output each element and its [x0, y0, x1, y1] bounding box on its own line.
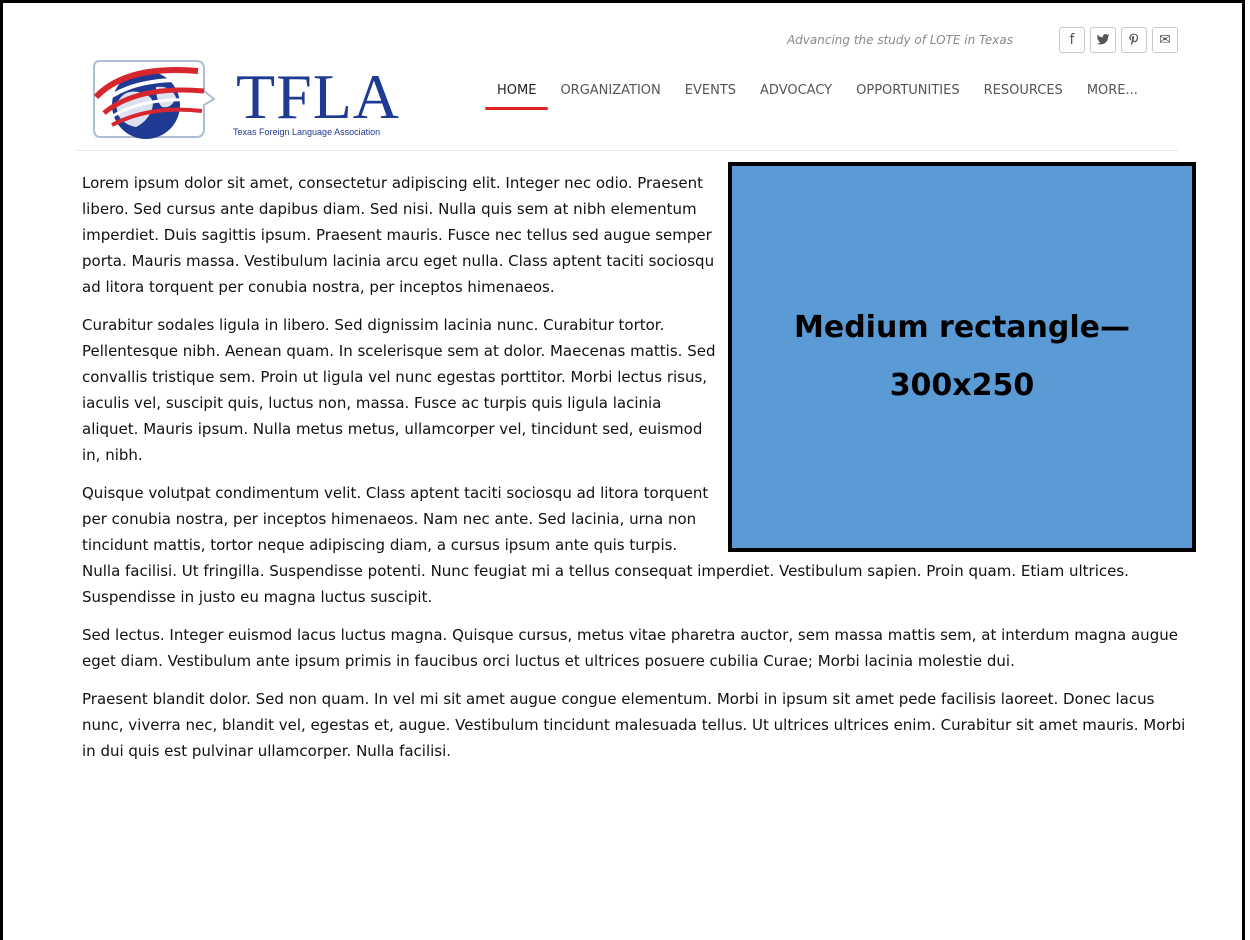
nav-item-opportunities[interactable]: OPPORTUNITIES: [844, 82, 972, 112]
nav-item-advocacy[interactable]: ADVOCACY: [748, 82, 844, 112]
site-tagline: Advancing the study of LOTE in Texas: [786, 33, 1013, 47]
twitter-bird-icon: [1096, 34, 1110, 45]
pinterest-p-icon: [1129, 33, 1139, 46]
email-icon[interactable]: ✉: [1152, 27, 1178, 53]
nav-item-resources[interactable]: RESOURCES: [972, 82, 1075, 112]
site-header: TFLA Texas Foreign Language Association …: [76, 0, 1178, 151]
social-links: f ✉: [1059, 27, 1178, 53]
ad-medium-rectangle[interactable]: Medium rectangle— 300x250: [728, 162, 1196, 552]
logo-subtitle: Texas Foreign Language Association: [233, 127, 381, 137]
facebook-icon[interactable]: f: [1059, 27, 1085, 53]
twitter-icon[interactable]: [1090, 27, 1116, 53]
ad-label-line2: 300x250: [889, 368, 1035, 403]
nav-item-events[interactable]: EVENTS: [673, 82, 748, 112]
main-nav: HOME ORGANIZATION EVENTS ADVOCACY OPPORT…: [485, 82, 1150, 112]
body-paragraph-4: Sed lectus. Integer euismod lacus luctus…: [82, 626, 1178, 670]
logo-wordmark: TFLA: [236, 61, 400, 132]
main-content: Medium rectangle— 300x250 Lorem ipsum do…: [82, 162, 1196, 776]
pinterest-icon[interactable]: [1121, 27, 1147, 53]
globe-flag-icon: [93, 60, 216, 139]
nav-item-home[interactable]: HOME: [485, 82, 549, 112]
ad-label-line1: Medium rectangle—: [794, 310, 1130, 345]
nav-item-organization[interactable]: ORGANIZATION: [548, 82, 672, 112]
nav-item-more[interactable]: MORE...: [1075, 82, 1150, 112]
tfla-logo[interactable]: TFLA Texas Foreign Language Association: [86, 55, 406, 145]
body-paragraph-5: Praesent blandit dolor. Sed non quam. In…: [82, 690, 1186, 760]
ad-label: Medium rectangle— 300x250: [782, 299, 1142, 415]
